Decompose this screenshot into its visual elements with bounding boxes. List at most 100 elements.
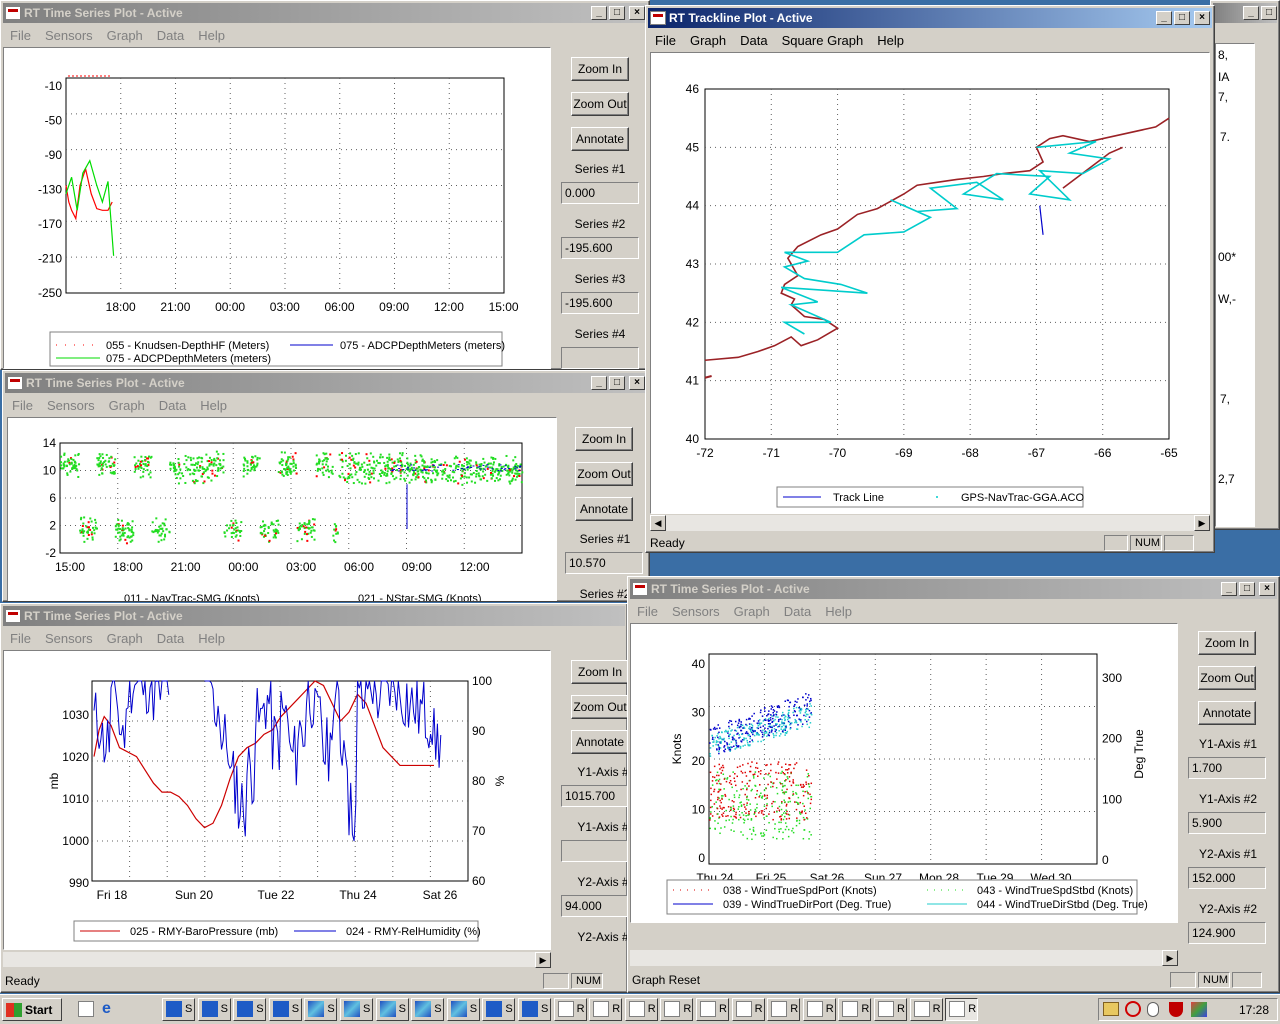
menu-graph[interactable]: Graph xyxy=(727,604,777,619)
taskbar-button[interactable]: S xyxy=(518,998,551,1021)
menu-help[interactable]: Help xyxy=(191,28,232,43)
close-icon[interactable]: × xyxy=(1259,582,1275,596)
zoom-out-button[interactable]: Zoom Out xyxy=(1198,666,1256,690)
annotate-button[interactable]: Annotate xyxy=(571,730,627,754)
menu-file[interactable]: File xyxy=(3,631,38,646)
annotate-button[interactable]: Annotate xyxy=(1198,701,1256,725)
scroll-right-arrow-icon[interactable]: ▶ xyxy=(1162,950,1178,966)
menu-square-graph[interactable]: Square Graph xyxy=(775,33,871,48)
taskbar-button[interactable]: R xyxy=(589,998,623,1021)
track-hscrollbar[interactable]: ◀ ▶ xyxy=(650,515,1210,531)
tray-mouse-icon[interactable] xyxy=(1147,1002,1159,1017)
scroll-left-arrow-icon[interactable]: ◀ xyxy=(650,515,666,531)
zoom-in-button[interactable]: Zoom In xyxy=(571,57,629,81)
menu-graph[interactable]: Graph xyxy=(683,33,733,48)
wind-point xyxy=(721,731,723,734)
menu-data[interactable]: Data xyxy=(152,398,193,413)
menu-data[interactable]: Data xyxy=(150,631,191,646)
tray-blocked-icon[interactable] xyxy=(1125,1001,1141,1017)
ts4-hscrollbar[interactable]: ▶ xyxy=(630,950,1178,966)
tray-shield-icon[interactable] xyxy=(1169,1002,1183,1017)
menu-data[interactable]: Data xyxy=(150,28,191,43)
taskbar-button[interactable]: S xyxy=(162,998,195,1021)
menu-help[interactable]: Help xyxy=(191,631,232,646)
menu-file[interactable]: File xyxy=(630,604,665,619)
menu-graph[interactable]: Graph xyxy=(102,398,152,413)
annotate-button[interactable]: Annotate xyxy=(575,497,633,521)
wind-point xyxy=(810,705,812,707)
taskbar-button[interactable]: R xyxy=(838,998,872,1021)
menu-data[interactable]: Data xyxy=(733,33,774,48)
taskbar-button[interactable]: R xyxy=(874,998,907,1021)
zoom-out-button[interactable]: Zoom Out xyxy=(571,92,629,116)
tray-network-icon[interactable] xyxy=(1103,1002,1119,1016)
taskbar-button[interactable]: S xyxy=(197,998,231,1021)
taskbar-app-icon xyxy=(771,1001,788,1017)
taskbar-button[interactable]: S xyxy=(446,998,480,1021)
menu-sensors[interactable]: Sensors xyxy=(40,398,102,413)
close-icon[interactable]: × xyxy=(629,6,645,20)
menu-help[interactable]: Help xyxy=(870,33,911,48)
taskbar-button[interactable]: R xyxy=(909,998,943,1021)
maximize-icon[interactable]: □ xyxy=(1261,6,1277,20)
menu-graph[interactable]: Graph xyxy=(100,631,150,646)
scroll-right-arrow-icon[interactable]: ▶ xyxy=(1194,515,1210,531)
taskbar-button[interactable]: S xyxy=(340,998,373,1021)
menu-file[interactable]: File xyxy=(3,28,38,43)
tray-chart-icon[interactable] xyxy=(1191,1002,1207,1017)
minimize-icon[interactable]: _ xyxy=(1243,6,1259,20)
wind-point xyxy=(741,739,744,741)
menu-sensors[interactable]: Sensors xyxy=(38,28,100,43)
menu-sensors[interactable]: Sensors xyxy=(38,631,100,646)
taskbar-button[interactable]: S xyxy=(233,998,267,1021)
maximize-icon[interactable]: □ xyxy=(1239,582,1255,596)
taskbar-button[interactable]: R xyxy=(696,998,729,1021)
taskbar-button[interactable]: R xyxy=(731,998,765,1021)
annotate-button[interactable]: Annotate xyxy=(571,127,629,151)
minimize-icon[interactable]: _ xyxy=(591,376,607,390)
taskbar-button[interactable]: S xyxy=(268,998,302,1021)
close-icon[interactable]: × xyxy=(629,376,645,390)
taskbar-button[interactable]: S xyxy=(304,998,338,1021)
menu-data[interactable]: Data xyxy=(777,604,818,619)
menu-help[interactable]: Help xyxy=(818,604,859,619)
taskbar-button[interactable]: S xyxy=(375,998,409,1021)
speed-point xyxy=(367,476,370,479)
maximize-icon[interactable]: □ xyxy=(609,376,625,390)
menu-graph[interactable]: Graph xyxy=(100,28,150,43)
taskbar-button[interactable]: S xyxy=(411,998,445,1021)
taskbar-button[interactable]: R xyxy=(802,998,836,1021)
speed-point xyxy=(70,462,73,465)
menu-file[interactable]: File xyxy=(5,398,40,413)
taskbar-button[interactable]: R xyxy=(767,998,801,1021)
quicklaunch-app-icon[interactable] xyxy=(78,1001,94,1017)
taskbar-button[interactable]: R xyxy=(624,998,658,1021)
wind-point xyxy=(803,819,805,821)
scroll-right-arrow-icon[interactable]: ▶ xyxy=(535,952,551,968)
maximize-icon[interactable]: □ xyxy=(1174,11,1190,25)
speed-point xyxy=(144,458,147,461)
taskbar-button[interactable]: R xyxy=(660,998,694,1021)
zoom-in-button[interactable]: Zoom In xyxy=(575,427,633,451)
zoom-in-button[interactable]: Zoom In xyxy=(571,660,627,684)
zoom-out-button[interactable]: Zoom Out xyxy=(575,462,633,486)
taskbar-button[interactable]: S xyxy=(482,998,516,1021)
minimize-icon[interactable]: _ xyxy=(1221,582,1237,596)
menu-sensors[interactable]: Sensors xyxy=(665,604,727,619)
start-button[interactable]: Start xyxy=(2,998,62,1021)
taskbar-button[interactable]: R xyxy=(945,998,979,1021)
maximize-icon[interactable]: □ xyxy=(609,6,625,20)
zoom-out-button[interactable]: Zoom Out xyxy=(571,695,627,719)
wind-point xyxy=(775,771,777,774)
quicklaunch-ie-icon[interactable]: e xyxy=(102,1000,120,1018)
minimize-icon[interactable]: _ xyxy=(1156,11,1172,25)
wind-point xyxy=(763,707,766,709)
speed-point-blue xyxy=(462,469,465,471)
minimize-icon[interactable]: _ xyxy=(591,6,607,20)
zoom-in-button[interactable]: Zoom In xyxy=(1198,631,1256,655)
taskbar-button[interactable]: R xyxy=(553,998,587,1021)
close-icon[interactable]: × xyxy=(1194,11,1210,25)
ts3-hscrollbar[interactable]: ▶ xyxy=(3,951,551,968)
menu-file[interactable]: File xyxy=(648,33,683,48)
menu-help[interactable]: Help xyxy=(193,398,234,413)
